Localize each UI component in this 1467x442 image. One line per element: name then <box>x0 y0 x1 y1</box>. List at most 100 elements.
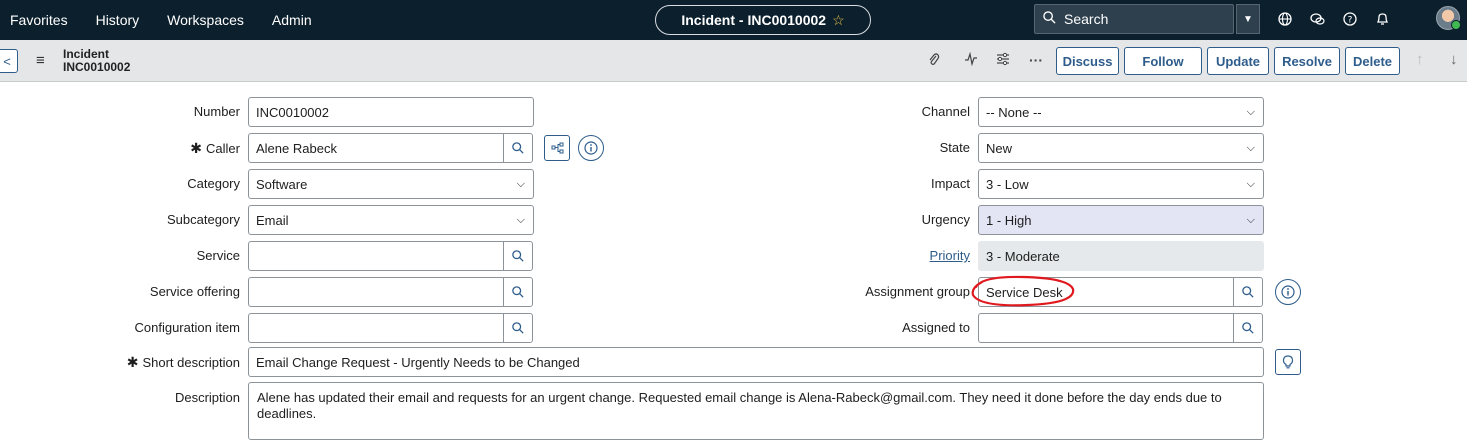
attachment-icon[interactable] <box>928 52 940 70</box>
menu-icon[interactable]: ≡ <box>36 52 45 69</box>
assigned-to-field[interactable] <box>978 313 1234 343</box>
record-pill-label: Incident - INC0010002 <box>681 12 827 28</box>
priority-link[interactable]: Priority <box>930 248 970 263</box>
search-label: Search <box>1064 11 1109 27</box>
chevron-down-icon: ⌵ <box>1246 178 1255 190</box>
assigned-to-lookup-button[interactable] <box>1233 313 1263 343</box>
priority-label: Priority <box>760 248 970 264</box>
nav-links: Favorites History Workspaces Admin <box>0 0 340 40</box>
settings-sliders-icon[interactable] <box>996 52 1010 69</box>
category-select[interactable]: Software ⌵ <box>248 169 534 199</box>
search-icon <box>512 286 524 298</box>
star-icon[interactable]: ☆ <box>832 12 845 29</box>
description-label: Description <box>174 390 240 405</box>
delete-button[interactable]: Delete <box>1345 47 1400 75</box>
search-icon <box>1242 286 1254 298</box>
record-header: < ≡ Incident INC0010002 ··· Discuss Foll… <box>0 40 1467 82</box>
configuration-item-label: Configuration item <box>134 320 241 335</box>
short-description-label: ✱ Short description <box>20 354 240 371</box>
service-offering-label: Service offering <box>149 284 240 299</box>
global-search[interactable]: Search <box>1034 4 1234 34</box>
activity-icon[interactable] <box>964 51 978 69</box>
user-avatar[interactable] <box>1436 6 1461 30</box>
urgency-label: Urgency <box>921 212 970 227</box>
description-textarea[interactable]: Alene has updated their email and reques… <box>248 382 1264 440</box>
more-options-icon[interactable]: ··· <box>1029 52 1043 68</box>
assignment-group-lookup-button[interactable] <box>1233 277 1263 307</box>
category-value: Software <box>256 176 308 192</box>
state-label: State <box>939 140 970 155</box>
search-icon <box>512 142 524 154</box>
search-icon <box>512 322 524 334</box>
caller-lookup-button[interactable] <box>503 133 533 163</box>
nav-favorites[interactable]: Favorites <box>10 0 68 40</box>
follow-button[interactable]: Follow <box>1124 47 1202 75</box>
priority-field: 3 - Moderate <box>978 241 1264 271</box>
suggestion-button[interactable] <box>1275 349 1301 375</box>
impact-value: 3 - Low <box>986 176 1029 192</box>
category-label: Category <box>187 176 240 191</box>
configuration-item-field[interactable] <box>248 313 504 343</box>
info-icon <box>1281 285 1295 299</box>
caller-related-button[interactable] <box>544 135 570 161</box>
resolve-button[interactable]: Resolve <box>1274 47 1340 75</box>
channel-label: Channel <box>921 104 970 119</box>
record-title: Incident INC0010002 <box>63 48 130 74</box>
impact-label: Impact <box>930 176 970 191</box>
service-label: Service <box>196 248 240 263</box>
back-button[interactable]: < <box>0 49 18 73</box>
caller-info-button[interactable] <box>578 135 604 161</box>
globe-icon[interactable] <box>1274 8 1296 30</box>
caller-label-text: Caller <box>206 141 240 156</box>
number-field[interactable]: INC0010002 <box>248 97 534 127</box>
chat-icon[interactable] <box>1306 8 1328 30</box>
subcategory-select[interactable]: Email ⌵ <box>248 205 534 235</box>
chevron-down-icon: ⌵ <box>1246 106 1255 118</box>
info-icon <box>584 141 598 155</box>
nav-admin[interactable]: Admin <box>272 0 312 40</box>
record-number: INC0010002 <box>63 60 131 74</box>
caller-field[interactable]: Alene Rabeck <box>248 133 504 163</box>
assignment-group-field[interactable]: Service Desk <box>978 277 1234 307</box>
lightbulb-icon <box>1282 355 1294 369</box>
bell-icon[interactable] <box>1371 8 1393 30</box>
channel-value: -- None -- <box>986 104 1042 120</box>
hierarchy-icon <box>551 142 563 154</box>
caller-label: ✱ Caller <box>20 140 240 157</box>
service-field[interactable] <box>248 241 504 271</box>
discuss-button[interactable]: Discuss <box>1056 47 1119 75</box>
search-icon <box>1242 322 1254 334</box>
state-select[interactable]: New ⌵ <box>978 133 1264 163</box>
search-icon <box>512 250 524 262</box>
configuration-item-lookup-button[interactable] <box>503 313 533 343</box>
nav-workspaces[interactable]: Workspaces <box>167 0 244 40</box>
urgency-select[interactable]: 1 - High ⌵ <box>978 205 1264 235</box>
chevron-down-icon: ⌵ <box>1246 214 1255 226</box>
urgency-value: 1 - High <box>986 212 1032 228</box>
chevron-down-icon: ⌵ <box>516 178 525 190</box>
search-icon <box>1043 11 1056 27</box>
arrow-down-icon[interactable]: ↓ <box>1450 51 1458 68</box>
update-button[interactable]: Update <box>1207 47 1269 75</box>
subcategory-label: Subcategory <box>167 212 240 227</box>
service-offering-lookup-button[interactable] <box>503 277 533 307</box>
record-pill[interactable]: Incident - INC0010002 ☆ <box>655 5 871 35</box>
service-offering-field[interactable] <box>248 277 504 307</box>
chevron-down-icon: ⌵ <box>516 214 525 226</box>
number-label: Number <box>193 104 240 119</box>
required-icon: ✱ <box>126 354 139 370</box>
required-icon: ✱ <box>190 140 203 156</box>
assignment-group-info-button[interactable] <box>1275 279 1301 305</box>
nav-history[interactable]: History <box>96 0 140 40</box>
help-icon[interactable]: ? <box>1339 8 1361 30</box>
impact-select[interactable]: 3 - Low ⌵ <box>978 169 1264 199</box>
search-scope-dropdown[interactable]: ▼ <box>1236 4 1260 34</box>
short-description-field[interactable]: Email Change Request - Urgently Needs to… <box>248 347 1264 377</box>
channel-select[interactable]: -- None -- ⌵ <box>978 97 1264 127</box>
assignment-group-label: Assignment group <box>865 284 970 299</box>
service-lookup-button[interactable] <box>503 241 533 271</box>
arrow-up-icon[interactable]: ↑ <box>1416 51 1424 68</box>
chevron-down-icon: ⌵ <box>1246 142 1255 154</box>
short-description-label-text: Short description <box>142 355 240 370</box>
subcategory-value: Email <box>256 212 289 228</box>
